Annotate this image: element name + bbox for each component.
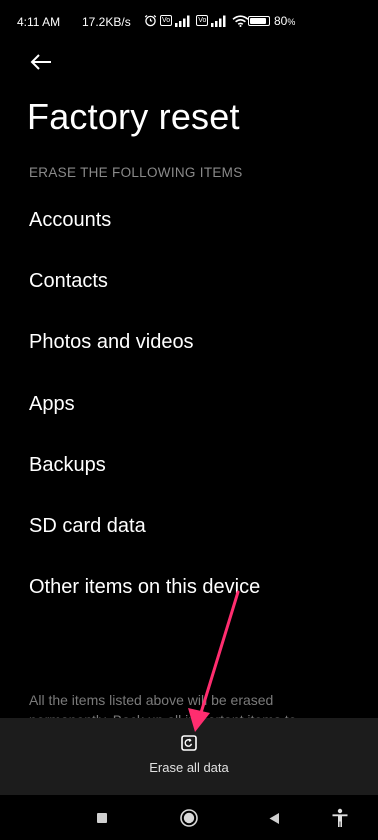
footer-note: All the items listed above will be erase… (29, 692, 296, 718)
action-bar: Erase all data (0, 718, 378, 795)
erase-icon (181, 735, 197, 751)
list-item: Photos and videos (29, 331, 194, 354)
network-speed: 17.2KB/s (82, 15, 131, 29)
battery-level: 80 (274, 14, 288, 28)
alarm-icon (144, 14, 157, 27)
page-title: Factory reset (27, 96, 240, 137)
signal-icon-2 (211, 15, 226, 27)
navigation-bar (0, 795, 378, 840)
status-icons: Vo Vo (144, 14, 249, 27)
signal-icon (175, 15, 190, 27)
list-item: SD card data (29, 514, 146, 537)
home-button[interactable] (178, 807, 200, 829)
volte-icon-2: Vo (196, 15, 209, 26)
home-circle-icon (180, 809, 198, 827)
erase-all-data-button[interactable]: Erase all data (120, 734, 258, 782)
battery-icon (248, 16, 270, 26)
status-time: 4:11 AM (17, 15, 61, 29)
accessibility-button[interactable] (329, 807, 351, 829)
back-button[interactable] (26, 48, 56, 76)
erase-item-list: Accounts Contacts Photos and videos Apps… (29, 206, 260, 634)
battery-percent-sign: % (287, 17, 296, 27)
square-icon (97, 813, 107, 823)
battery: 80% (248, 14, 295, 28)
list-item: Other items on this device (29, 576, 261, 599)
section-header: ERASE THE FOLLOWING ITEMS (29, 165, 243, 180)
back-arrow-icon (30, 54, 51, 70)
list-item: Apps (29, 392, 75, 415)
list-item: Contacts (29, 270, 108, 293)
wifi-icon (232, 14, 249, 27)
list-item: Accounts (29, 209, 112, 231)
list-item: Backups (29, 453, 106, 476)
accessibility-icon (332, 808, 348, 827)
status-bar: 4:11 AM 17.2KB/s Vo Vo 80% (0, 0, 378, 44)
recents-button[interactable] (91, 807, 113, 829)
back-nav-button[interactable] (263, 807, 285, 829)
triangle-back-icon (269, 812, 279, 824)
erase-all-data-label: Erase all data (149, 760, 229, 775)
volte-icon: Vo (160, 15, 173, 26)
